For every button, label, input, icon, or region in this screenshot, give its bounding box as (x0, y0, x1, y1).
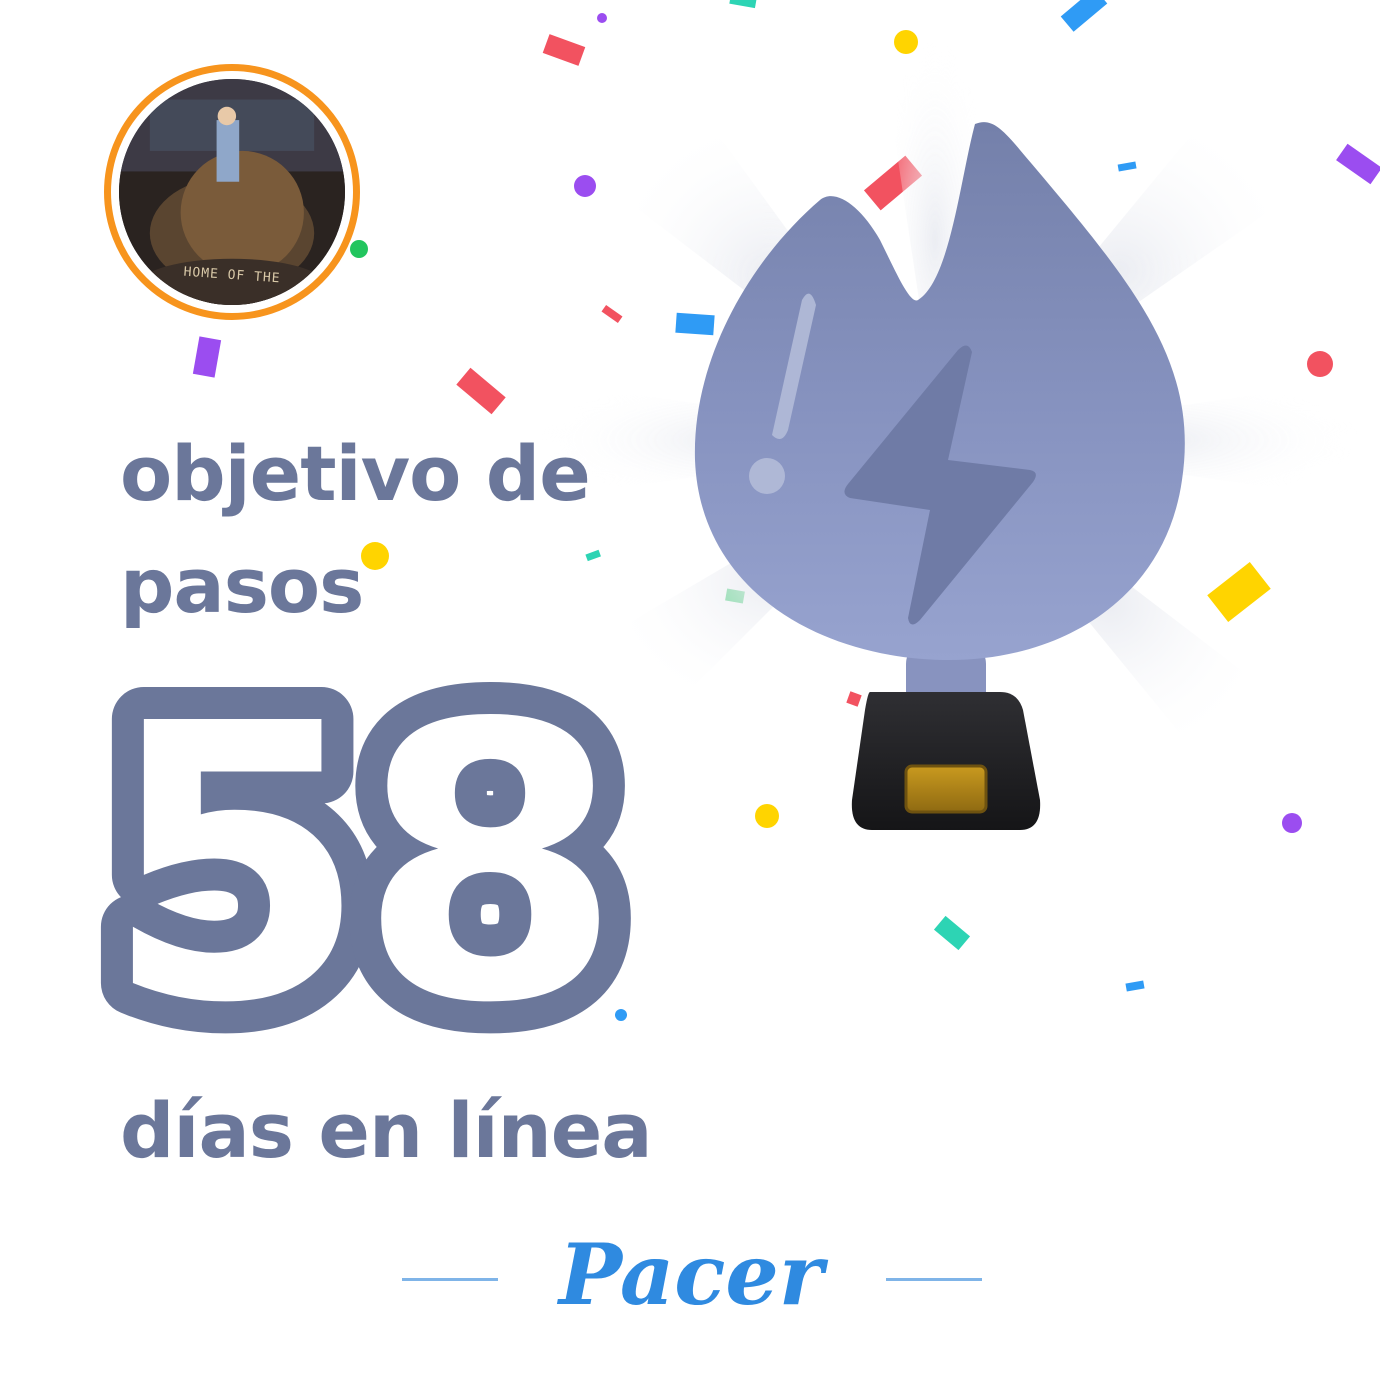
user-avatar[interactable]: HOME OF THE (104, 64, 360, 320)
footer-divider-right (886, 1278, 982, 1281)
streak-unit-label: días en línea (120, 1086, 653, 1175)
achievement-title-line2: pasos (120, 541, 364, 630)
achievement-title: objetivo de pasos (120, 418, 680, 642)
streak-count: 58 58 (96, 660, 654, 1040)
achievement-title-line1: objetivo de (120, 429, 591, 518)
achievement-card: HOME OF THE objetivo de pasos 58 58 días… (0, 0, 1380, 1380)
avatar-photo: HOME OF THE (119, 79, 345, 305)
brand-footer: Pacer (400, 1220, 982, 1330)
footer-divider-left (402, 1278, 498, 1281)
streak-count-value: 58 (104, 660, 613, 1040)
pacer-logo: Pacer (558, 1225, 824, 1324)
